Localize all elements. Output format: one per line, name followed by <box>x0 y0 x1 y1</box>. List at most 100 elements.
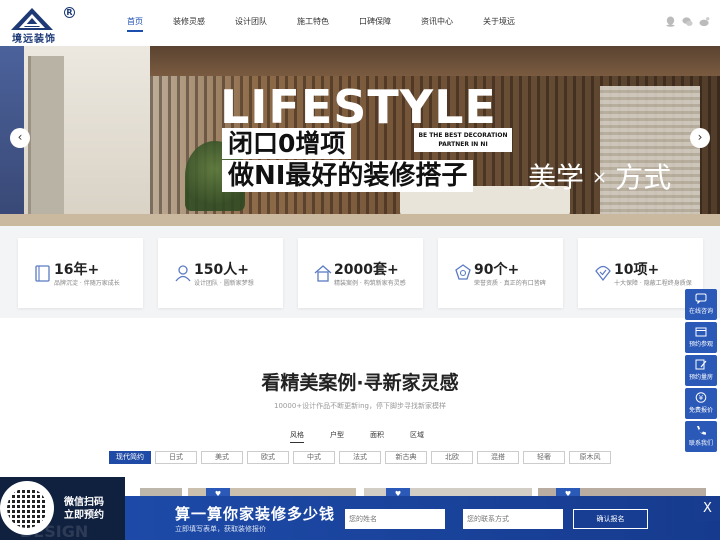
medal-icon <box>455 264 471 280</box>
side-button-label: 预约参观 <box>688 341 713 348</box>
stat-number: 10项+ <box>614 262 660 278</box>
style-tag[interactable]: 新古典 <box>385 451 427 464</box>
stat-card-cases: 2000套+ 精装案例 · 构筑新家有灵感 <box>298 238 423 308</box>
side-button-label: 免费报价 <box>688 407 713 414</box>
hero-banner: LIFESTYLE 闭口0增项 BE THE BEST DECORATION P… <box>0 46 720 226</box>
logo[interactable]: R 境远装饰 <box>10 7 75 45</box>
side-button-label: 预约量房 <box>688 374 713 381</box>
style-tag[interactable]: 轻奢 <box>523 451 565 464</box>
banner-aesthetic-text: 美学 × 方式 <box>528 156 671 196</box>
side-contact-button[interactable]: 联系我们 <box>685 421 717 452</box>
banner-photo-ceiling <box>150 46 720 76</box>
phone-icon <box>697 426 706 435</box>
stat-card-years: 16年+ 品牌沉淀 · 伴随万家成长 <box>18 238 143 308</box>
registered-mark: R <box>64 7 75 18</box>
stat-number: 2000套+ <box>334 262 399 278</box>
style-tag-list: 现代简约 日式 美式 欧式 中式 法式 新古典 北欧 混搭 轻奢 原木风 <box>109 451 611 464</box>
aesthetic-right: 方式 <box>615 161 672 194</box>
stat-card-designers: 150人+ 设计团队 · 圆新家梦想 <box>158 238 283 308</box>
nav-item-news[interactable]: 资讯中心 <box>421 16 453 32</box>
site-header: R 境远装饰 首页 装修灵感 设计团队 施工特色 口碑保障 资讯中心 关于境远 <box>0 0 720 46</box>
style-tag[interactable]: 混搭 <box>477 451 519 464</box>
calc-subtitle: 立即填写表单，获取装修报价 <box>175 525 266 533</box>
tab-layout[interactable]: 户型 <box>330 430 344 443</box>
style-tag[interactable]: 原木风 <box>569 451 611 464</box>
stat-description: 品牌沉淀 · 伴随万家成长 <box>54 280 120 287</box>
banner-lifestyle-text: LIFESTYLE <box>220 80 497 134</box>
nav-item-construction[interactable]: 施工特色 <box>297 16 329 32</box>
chat-icon <box>695 293 707 304</box>
aesthetic-x: × <box>592 167 608 188</box>
stat-card-honors: 90个+ 荣誉资质 · 真正的有口皆碑 <box>438 238 563 308</box>
stat-description: 精装案例 · 构筑新家有灵感 <box>334 280 406 287</box>
page: R 境远装饰 首页 装修灵感 设计团队 施工特色 口碑保障 资讯中心 关于境远 … <box>0 0 720 540</box>
side-book-visit-button[interactable]: 预约参观 <box>685 322 717 353</box>
weibo-icon[interactable] <box>699 16 710 27</box>
tab-style[interactable]: 风格 <box>290 430 304 443</box>
nav-item-design-team[interactable]: 设计团队 <box>235 16 267 32</box>
main-nav: 首页 装修灵感 设计团队 施工特色 口碑保障 资讯中心 关于境远 <box>113 16 545 32</box>
banner-headline-2: 做NI最好的装修搭子 <box>222 160 474 192</box>
submit-signup-button[interactable]: 确认报名 <box>573 509 648 529</box>
stat-description: 设计团队 · 圆新家梦想 <box>194 280 254 287</box>
edit-icon <box>695 359 707 370</box>
side-book-measure-button[interactable]: 预约量房 <box>685 355 717 386</box>
nav-item-guarantee[interactable]: 口碑保障 <box>359 16 391 32</box>
stat-description: 荣誉资质 · 真正的有口皆碑 <box>474 280 546 287</box>
style-tag[interactable]: 中式 <box>293 451 335 464</box>
calc-title: 算一算你家装修多少钱 <box>175 505 336 523</box>
logo-mark-icon <box>11 8 53 30</box>
style-tag[interactable]: 现代简约 <box>109 451 151 464</box>
aesthetic-left: 美学 <box>528 161 585 194</box>
case-filter-tabs: 风格 户型 面积 区域 <box>290 430 424 443</box>
banner-headline-1: 闭口0增项 <box>222 128 352 159</box>
tab-region[interactable]: 区域 <box>410 430 424 443</box>
banner-prev-button[interactable]: ‹ <box>10 128 30 148</box>
tab-area[interactable]: 面积 <box>370 430 384 443</box>
stat-number: 16年+ <box>54 262 100 278</box>
qr-code-icon <box>7 488 47 528</box>
logo-text: 境远装饰 <box>12 34 56 45</box>
social-icons <box>665 16 710 27</box>
cases-subtitle: 10000+设计作品不断更新ing，停下脚步寻找新家模样 <box>274 402 446 410</box>
side-free-quote-button[interactable]: ¥ 免费报价 <box>685 388 717 419</box>
style-tag[interactable]: 日式 <box>155 451 197 464</box>
book-icon <box>35 265 50 282</box>
nav-item-inspiration[interactable]: 装修灵感 <box>173 16 205 32</box>
close-bar-button[interactable]: X <box>695 496 720 521</box>
stats-section: 16年+ 品牌沉淀 · 伴随万家成长 150人+ 设计团队 · 圆新家梦想 20… <box>0 226 720 318</box>
stat-number: 90个+ <box>474 262 520 278</box>
nav-item-about[interactable]: 关于境远 <box>483 16 515 32</box>
cases-title: 看精美案例·寻新家灵感 <box>261 372 459 394</box>
banner-next-button[interactable]: › <box>690 128 710 148</box>
user-icon <box>175 265 191 282</box>
house-icon <box>314 265 332 282</box>
banner-photo-door <box>28 56 64 221</box>
quote-form-bar: 算一算你家装修多少钱 立即填写表单，获取装修报价 确认报名 <box>125 496 720 540</box>
bottom-quote-bar: 算一算你家装修多少钱 立即填写表单，获取装修报价 确认报名 DESIGN 微信扫… <box>0 477 720 540</box>
side-button-label: 在线咨询 <box>688 308 713 315</box>
calendar-icon <box>695 327 707 337</box>
side-online-consult-button[interactable]: 在线咨询 <box>685 289 717 320</box>
name-input[interactable] <box>345 509 445 529</box>
style-tag[interactable]: 欧式 <box>247 451 289 464</box>
banner-photo-window <box>600 86 700 216</box>
nav-item-home[interactable]: 首页 <box>127 16 143 32</box>
side-float-menu: 在线咨询 预约参观 预约量房 ¥ 免费报价 联系我们 <box>685 289 717 452</box>
phone-input[interactable] <box>463 509 563 529</box>
svg-text:¥: ¥ <box>699 394 704 402</box>
style-tag[interactable]: 法式 <box>339 451 381 464</box>
qr-panel: DESIGN 微信扫码 立即预约 <box>0 477 125 540</box>
style-tag[interactable]: 北欧 <box>431 451 473 464</box>
banner-partner-text: BE THE BEST DECORATION PARTNER IN NI <box>414 128 512 152</box>
stat-number: 150人+ <box>194 262 249 278</box>
shield-icon <box>595 265 611 282</box>
qr-text-line2: 立即预约 <box>64 510 104 521</box>
wechat-icon[interactable] <box>682 16 693 27</box>
side-button-label: 联系我们 <box>688 440 713 447</box>
qq-icon[interactable] <box>665 16 676 27</box>
yen-icon: ¥ <box>695 392 707 403</box>
stat-description: 十大保障 · 隐蔽工程终身质保 <box>614 280 692 287</box>
style-tag[interactable]: 美式 <box>201 451 243 464</box>
banner-photo-floor <box>0 214 720 226</box>
